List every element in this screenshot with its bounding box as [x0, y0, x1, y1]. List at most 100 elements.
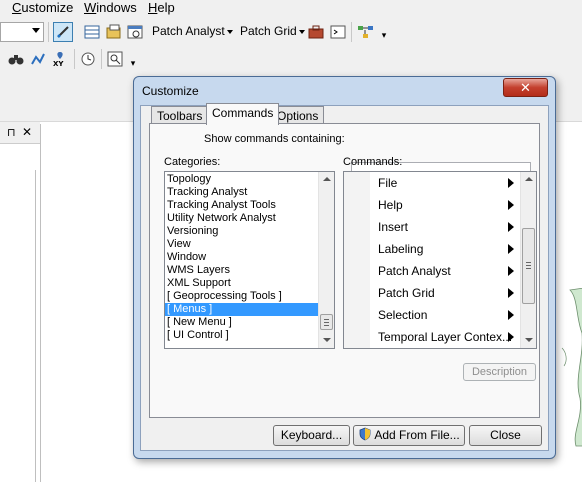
command-item-selection[interactable]: Selection: [344, 304, 517, 326]
time-slider-button[interactable]: [78, 49, 98, 69]
command-label: Help: [378, 198, 403, 212]
submenu-arrow-icon: [508, 310, 514, 320]
scroll-down-icon[interactable]: [323, 338, 331, 342]
magnifier-button[interactable]: [105, 49, 125, 69]
scroll-up-icon[interactable]: [323, 177, 331, 181]
close-icon: ✕: [520, 80, 531, 95]
commands-listbox[interactable]: File Help Insert Labeling Patch Analyst …: [343, 171, 537, 349]
command-label: Patch Grid: [378, 286, 435, 300]
icon-column: [344, 304, 370, 326]
toolbar-separator: [74, 49, 75, 69]
list-item[interactable]: [ Geoprocessing Tools ]: [165, 290, 334, 303]
window-search-icon: [127, 25, 143, 39]
toc-header: ⊓ ✕: [0, 122, 40, 144]
find-route-button[interactable]: [28, 49, 48, 69]
xy-location-icon: XY: [53, 52, 64, 67]
toolbar-row-2: XY ▾: [0, 46, 582, 72]
pencil-icon: [57, 26, 69, 38]
toolbox-button[interactable]: [306, 22, 326, 42]
icon-column: [344, 326, 370, 348]
add-from-file-label: Add From File...: [374, 428, 460, 442]
go-to-xy-button[interactable]: XY: [50, 49, 70, 69]
list-item[interactable]: [ New Menu ]: [165, 316, 334, 329]
submenu-arrow-icon: [508, 266, 514, 276]
menu-help[interactable]: Help: [148, 0, 175, 16]
model-builder-button[interactable]: [356, 22, 376, 42]
dialog-close-button[interactable]: ✕: [503, 78, 548, 97]
chevron-down-icon: [32, 28, 40, 33]
map-polygon-shape: [561, 288, 582, 447]
uac-shield-icon: [359, 427, 371, 441]
list-item-selected[interactable]: [ Menus ]: [165, 303, 318, 316]
scroll-up-icon[interactable]: [525, 177, 533, 181]
commands-label: Commands:: [343, 156, 403, 168]
python-window-button[interactable]: [328, 22, 348, 42]
toolbox-icon: [308, 25, 324, 39]
toolbar-overflow-icon[interactable]: ▾: [379, 30, 389, 44]
command-window-icon: [330, 25, 346, 39]
list-item[interactable]: Topology: [165, 173, 334, 186]
patch-grid-menu[interactable]: Patch Grid: [240, 24, 305, 38]
scrollbar-thumb[interactable]: [522, 228, 535, 304]
command-label: File: [378, 176, 398, 190]
pin-icon[interactable]: ⊓: [7, 126, 16, 139]
catalog-button[interactable]: [104, 22, 124, 42]
table-button[interactable]: [82, 22, 102, 42]
command-label: Insert: [378, 220, 409, 234]
keyboard-button[interactable]: Keyboard...: [273, 425, 350, 446]
commands-scrollbar[interactable]: [520, 172, 536, 348]
categories-listbox[interactable]: Topology Tracking Analyst Tracking Analy…: [164, 171, 335, 349]
add-from-file-button[interactable]: Add From File...: [353, 425, 465, 446]
close-button[interactable]: Close: [469, 425, 542, 446]
clock-icon: [81, 52, 95, 66]
grip-line: [526, 268, 531, 269]
icon-column: [344, 194, 370, 216]
list-item[interactable]: View: [165, 238, 334, 251]
list-item[interactable]: WMS Layers: [165, 264, 334, 277]
command-item-file[interactable]: File: [344, 172, 517, 194]
scrollbar-thumb[interactable]: [320, 314, 333, 330]
patch-analyst-menu[interactable]: Patch Analyst: [152, 24, 233, 38]
list-item[interactable]: XML Support: [165, 277, 334, 290]
list-item[interactable]: [ UI Control ]: [165, 329, 334, 342]
command-label: Patch Analyst: [378, 264, 451, 278]
command-item-insert[interactable]: Insert: [344, 216, 517, 238]
find-button[interactable]: [6, 49, 26, 69]
submenu-arrow-icon: [508, 222, 514, 232]
icon-column: [344, 216, 370, 238]
command-item-labeling[interactable]: Labeling: [344, 238, 517, 260]
model-builder-icon: [358, 26, 373, 38]
menu-bar: Customize Windows Help: [0, 0, 582, 18]
list-item[interactable]: Utility Network Analyst: [165, 212, 334, 225]
magnifier-window-icon: [107, 51, 123, 67]
command-item-patch-grid[interactable]: Patch Grid: [344, 282, 517, 304]
scale-combo[interactable]: [0, 22, 44, 42]
toolbar-overflow-icon[interactable]: ▾: [128, 58, 138, 72]
icon-column: [344, 260, 370, 282]
dialog-client-area: Toolbars Commands Options Show commands …: [140, 103, 549, 451]
customize-dialog: Customize ✕ Toolbars Commands Options Sh…: [133, 76, 556, 459]
categories-scrollbar[interactable]: [318, 172, 334, 348]
list-item[interactable]: Tracking Analyst: [165, 186, 334, 199]
toolbar-separator: [48, 22, 49, 42]
menu-customize[interactable]: Customize: [12, 0, 73, 16]
svg-text:XY: XY: [53, 60, 64, 67]
catalog-icon: [106, 24, 121, 39]
edit-tool-button[interactable]: [53, 22, 73, 42]
list-item[interactable]: Versioning: [165, 225, 334, 238]
list-item[interactable]: Tracking Analyst Tools: [165, 199, 334, 212]
search-window-button[interactable]: [125, 22, 145, 42]
table-icon: [84, 25, 100, 39]
grip-line: [324, 325, 329, 326]
command-item-temporal-layer[interactable]: Temporal Layer Contex...: [344, 326, 517, 348]
command-item-patch-analyst[interactable]: Patch Analyst: [344, 260, 517, 282]
close-icon[interactable]: ✕: [22, 125, 32, 139]
menu-windows[interactable]: Windows: [84, 0, 137, 16]
table-of-contents-pane: [0, 170, 36, 482]
commands-tab-panel: Show commands containing: Categories: Co…: [149, 123, 540, 418]
list-item[interactable]: Window: [165, 251, 334, 264]
tab-commands[interactable]: Commands: [206, 103, 280, 125]
scroll-down-icon[interactable]: [525, 338, 533, 342]
description-button[interactable]: Description: [463, 363, 536, 381]
command-item-help[interactable]: Help: [344, 194, 517, 216]
